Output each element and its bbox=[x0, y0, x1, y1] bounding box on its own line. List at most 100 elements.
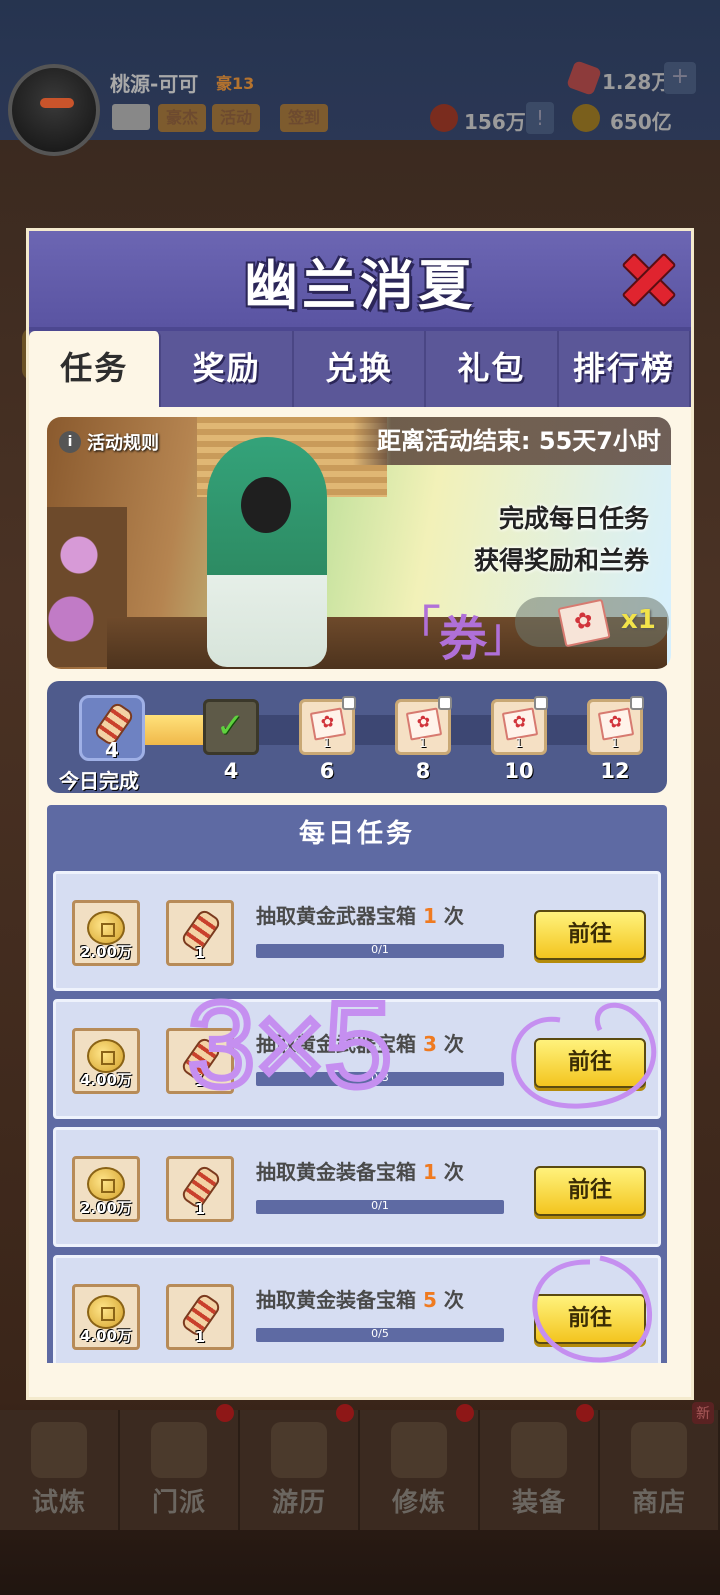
task-unit: 次 bbox=[436, 1288, 464, 1312]
shop-icon bbox=[631, 1422, 687, 1478]
lock-icon bbox=[342, 696, 356, 710]
scroll-amount: 1 bbox=[194, 1328, 206, 1346]
notification-dot bbox=[576, 1404, 594, 1422]
go-button-label: 前往 bbox=[567, 1306, 612, 1331]
scroll-reward: 1 bbox=[166, 1028, 234, 1094]
go-button[interactable]: 前往 bbox=[534, 1038, 646, 1088]
task-count: 5 bbox=[422, 1288, 437, 1312]
token-amount: 156万 bbox=[464, 110, 526, 134]
scroll-reward: 1 bbox=[166, 1284, 234, 1350]
today-completed-box: 4 bbox=[79, 695, 145, 762]
scroll-amount: 1 bbox=[194, 944, 206, 962]
task-progress-bar: 0/5 bbox=[256, 1327, 504, 1342]
task-progress-text: 0/1 bbox=[371, 1199, 389, 1212]
milestone-qty: 1 bbox=[323, 736, 331, 750]
voucher-word: 券 bbox=[439, 611, 488, 667]
nav-shop[interactable]: 新 商店 bbox=[600, 1402, 720, 1530]
chip-checkin[interactable]: 签到 bbox=[280, 104, 329, 132]
tab-leaderboard[interactable]: 排行榜 bbox=[559, 331, 692, 407]
coin-amount: 2.00万 bbox=[79, 1199, 132, 1217]
scroll-amount: 1 bbox=[194, 1072, 206, 1090]
scroll-amount: 1 bbox=[194, 1200, 206, 1218]
task-row: 4.00万 1 抽取黄金装备宝箱 5 次 0/5 前往 bbox=[53, 1255, 661, 1363]
task-name-text: 抽取黄金武器宝箱 bbox=[256, 1032, 423, 1056]
gold-coin-icon bbox=[572, 104, 600, 132]
milestone-10[interactable]: 1 bbox=[491, 696, 548, 755]
bottom-navigation: 试炼 门派 游历 修炼 装备 新 商店 bbox=[0, 1402, 720, 1530]
banner-line-1: 完成每日任务 bbox=[498, 504, 649, 533]
milestone-6[interactable]: 1 bbox=[299, 696, 356, 755]
tab-rewards[interactable]: 奖励 bbox=[161, 331, 294, 407]
milestone-8[interactable]: 1 bbox=[395, 696, 452, 755]
task-progress-bar: 0/3 bbox=[256, 1071, 504, 1086]
token-info-button[interactable]: ! bbox=[526, 102, 554, 134]
player-header: 桃源-可可 豪13 豪杰 活动 签到 1.28万 + 156万 ! 650亿 bbox=[0, 0, 720, 156]
task-name-text: 抽取黄金装备宝箱 bbox=[256, 1160, 423, 1184]
orchid-voucher-icon bbox=[557, 598, 611, 648]
close-button[interactable] bbox=[615, 245, 677, 307]
task-name-text: 抽取黄金装备宝箱 bbox=[256, 1288, 423, 1312]
milestone-label: 6 bbox=[319, 759, 335, 783]
task-progress-text: 0/1 bbox=[371, 943, 389, 956]
nav-equipment[interactable]: 装备 bbox=[480, 1404, 600, 1530]
nav-travel[interactable]: 游历 bbox=[240, 1404, 360, 1530]
event-banner: i 活动规则 距离活动结束: 55天7小时 完成每日任务 获得奖励和兰券 「 券… bbox=[47, 417, 671, 669]
modal-title: 幽兰消夏 bbox=[244, 254, 476, 317]
task-progress-bar: 0/1 bbox=[256, 1199, 504, 1214]
nav-cultivate[interactable]: 修炼 bbox=[360, 1404, 480, 1530]
milestone-qty: 1 bbox=[515, 736, 523, 750]
token-icon bbox=[430, 104, 458, 132]
go-button-label: 前往 bbox=[567, 1178, 612, 1203]
event-rules-link[interactable]: i 活动规则 bbox=[59, 429, 159, 455]
background-strip: 最佳 bbox=[0, 160, 720, 384]
tab-gift-pack[interactable]: 礼包 bbox=[426, 331, 559, 407]
milestone-label: 4 bbox=[223, 759, 239, 783]
go-button[interactable]: 前往 bbox=[534, 910, 646, 960]
countdown-bar: 距离活动结束: 55天7小时 bbox=[352, 417, 671, 465]
chip-heroes[interactable]: 豪杰 bbox=[158, 104, 207, 132]
event-countdown: 距离活动结束: 55天7小时 bbox=[376, 427, 661, 455]
banner-line-2: 获得奖励和兰券 bbox=[473, 546, 649, 575]
go-button[interactable]: 前往 bbox=[534, 1166, 646, 1216]
nav-sect[interactable]: 门派 bbox=[120, 1404, 240, 1530]
coin-amount: 4.00万 bbox=[79, 1071, 132, 1089]
milestone-12[interactable]: 1 bbox=[587, 696, 644, 755]
event-rules-label: 活动规则 bbox=[87, 433, 159, 454]
lock-icon bbox=[438, 696, 452, 710]
coin-reward: 4.00万 bbox=[72, 1028, 140, 1094]
info-icon: i bbox=[59, 431, 81, 453]
daily-task-list[interactable]: 2.00万 1 抽取黄金武器宝箱 1 次 0/1 前往 4.00万 1 抽取黄金… bbox=[47, 863, 667, 1363]
sword-icon bbox=[511, 1422, 567, 1478]
coin-reward: 2.00万 bbox=[72, 900, 140, 966]
lock-icon bbox=[630, 696, 644, 710]
milestone-qty: 1 bbox=[611, 736, 619, 750]
task-count: 1 bbox=[422, 1160, 437, 1184]
player-avatar[interactable] bbox=[8, 64, 100, 156]
task-unit: 次 bbox=[436, 1032, 464, 1056]
voucher-reward-chip: x1 bbox=[515, 597, 669, 648]
event-modal: 幽兰消夏 任务 奖励 兑换 礼包 排行榜 i 活动规则 距离活动结束: 55天7… bbox=[26, 228, 694, 1400]
temple-icon bbox=[151, 1422, 207, 1478]
coin-reward: 4.00万 bbox=[72, 1284, 140, 1350]
coin-icon bbox=[87, 1167, 125, 1201]
task-name: 抽取黄金武器宝箱 1 次 bbox=[256, 900, 464, 929]
notification-dot bbox=[216, 1404, 234, 1422]
tab-exchange[interactable]: 兑换 bbox=[294, 331, 427, 407]
milestone-label: 8 bbox=[415, 759, 431, 783]
nav-trial-label: 试炼 bbox=[31, 1488, 86, 1518]
notification-dot bbox=[336, 1404, 354, 1422]
chip-events[interactable]: 活动 bbox=[212, 104, 261, 132]
rank-badge: 豪13 bbox=[216, 74, 255, 93]
nav-trial[interactable]: 试炼 bbox=[0, 1410, 120, 1530]
tab-tasks[interactable]: 任务 bbox=[29, 331, 162, 407]
add-gem-button[interactable]: + bbox=[664, 62, 696, 94]
today-completed-label: 今日完成 bbox=[59, 769, 139, 793]
milestone-4[interactable]: ✓ bbox=[203, 699, 259, 755]
task-count: 3 bbox=[422, 1032, 437, 1056]
coin-amount: 4.00万 bbox=[79, 1327, 132, 1345]
gold-amount: 650亿 bbox=[610, 110, 672, 134]
task-progress-text: 0/5 bbox=[371, 1327, 389, 1340]
go-button[interactable]: 前往 bbox=[534, 1294, 646, 1344]
mail-icon[interactable] bbox=[112, 104, 150, 130]
task-name: 抽取黄金装备宝箱 5 次 bbox=[256, 1284, 464, 1313]
